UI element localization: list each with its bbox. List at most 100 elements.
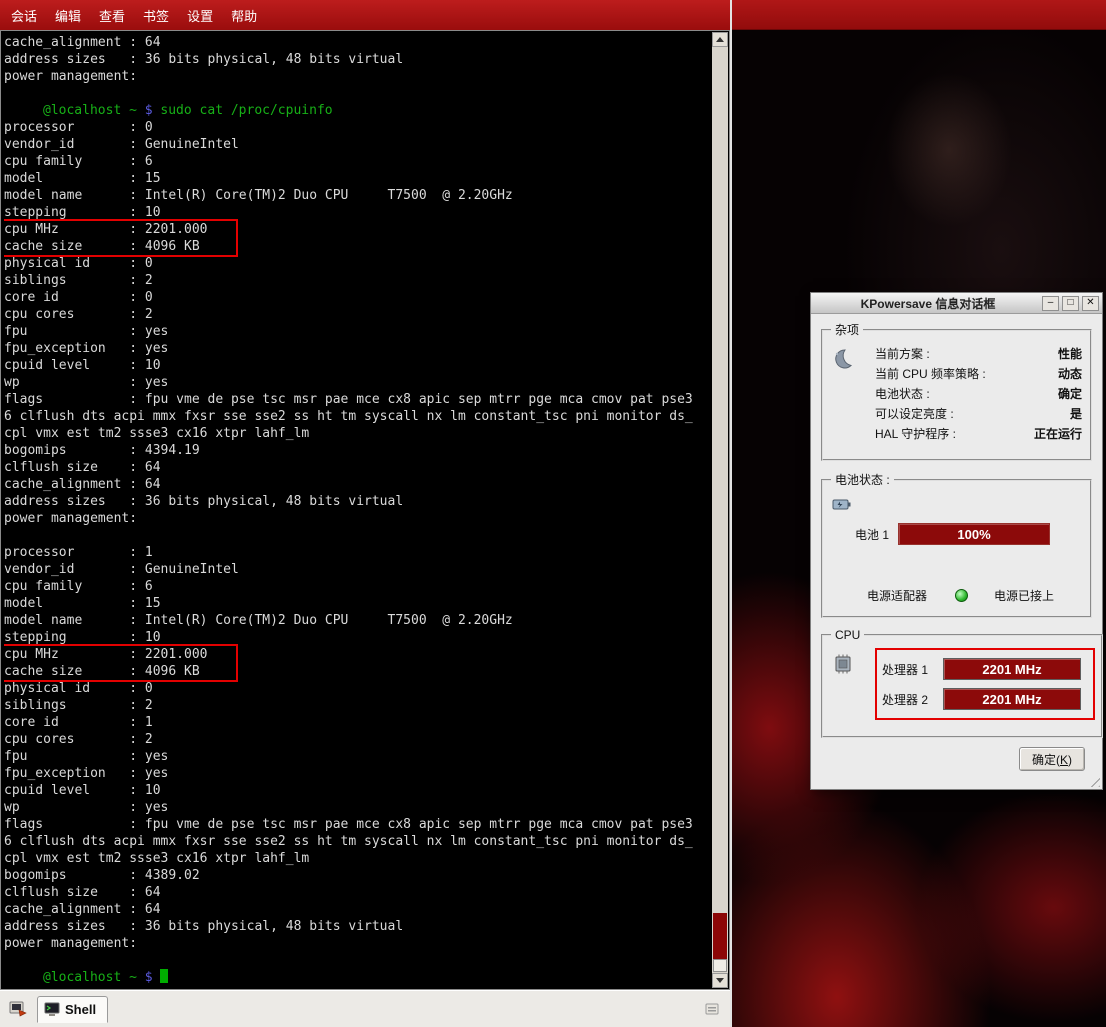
terminal-viewport[interactable]: cache_alignment : 64address sizes : 36 b… (0, 30, 730, 990)
misc-row-5: HAL 守护程序 : 正在运行 (875, 423, 1082, 443)
scrollbar-marker (713, 913, 727, 959)
tab-shell[interactable]: Shell (37, 996, 108, 1023)
terminal-line: cpu MHz : 2201.000 (4, 646, 236, 663)
cpu-row-2: 处理器 22201 MHz (882, 684, 1088, 714)
terminal-line: cache_alignment : 64 (4, 901, 711, 918)
terminal-line: fpu : yes (4, 748, 711, 765)
misc-value: 性能 (1058, 345, 1082, 362)
scroll-down-button[interactable] (712, 973, 728, 988)
tab-list-button[interactable] (700, 997, 724, 1021)
menu-item-3[interactable]: 查看 (90, 2, 134, 29)
redacted-username (4, 102, 43, 114)
cpu-icon (831, 644, 875, 718)
kpowersave-dialog: KPowersave 信息对话框 – □ ✕ 杂项 当前方案 :性能当前 CPU 频… (810, 292, 1103, 790)
misc-group-legend: 杂项 (831, 321, 863, 338)
terminal-line: cpu MHz : 2201.000 (4, 221, 236, 238)
terminal-scrollbar[interactable] (712, 32, 728, 988)
menu-item-4[interactable]: 书签 (134, 2, 178, 29)
new-session-icon (9, 1000, 27, 1018)
cpu-label: 处理器 2 (882, 691, 936, 708)
terminal-line: model : 15 (4, 595, 711, 612)
cpu-rows: 处理器 1 2201 MHz 处理器 22201 MHz (877, 650, 1093, 718)
terminal-line: flags : fpu vme de pse tsc msr pae mce c… (4, 391, 711, 408)
misc-value: 确定 (1058, 385, 1082, 402)
terminal-line: physical id : 0 (4, 255, 711, 272)
battery-percent: 100% (957, 527, 990, 542)
redacted-username (4, 969, 43, 981)
terminal-line: siblings : 2 (4, 272, 711, 289)
maximize-button[interactable]: □ (1062, 296, 1079, 311)
window-buttons: – □ ✕ (1039, 296, 1099, 311)
battery-group: 电池状态 : 电池 1 100% 电源适配器 电源已接上 (821, 471, 1092, 618)
terminal-line: bogomips : 4394.19 (4, 442, 711, 459)
tab-label: Shell (65, 1002, 96, 1017)
misc-group: 杂项 当前方案 :性能当前 CPU 频率策略 :动态电池状态 :确定可以设定亮度… (821, 321, 1092, 461)
close-button[interactable]: ✕ (1082, 296, 1099, 311)
cpu-label: 处理器 1 (882, 661, 936, 678)
cpu-row-1: 处理器 1 2201 MHz (882, 654, 1088, 684)
terminal-line: wp : yes (4, 799, 711, 816)
cpu-freq-bar: 2201 MHz (943, 658, 1081, 680)
terminal-line (4, 527, 711, 544)
terminal-line: flags : fpu vme de pse tsc msr pae mce c… (4, 816, 711, 833)
menu-item-6[interactable]: 帮助 (222, 2, 266, 29)
tab-list-icon (704, 1001, 720, 1017)
battery-progress-bar: 100% (898, 523, 1050, 545)
ac-adapter-label: 电源适配器 (867, 587, 955, 604)
terminal-line: 6 clflush dts acpi mmx fxsr sse sse2 ss … (4, 408, 711, 425)
menu-item-5[interactable]: 设置 (178, 2, 222, 29)
terminal-line: model : 15 (4, 170, 711, 187)
terminal-line: cpu cores : 2 (4, 306, 711, 323)
misc-value: 动态 (1058, 365, 1082, 382)
scrollbar-thumb[interactable] (713, 959, 727, 972)
new-session-button[interactable] (6, 997, 30, 1021)
terminal-line: cpu cores : 2 (4, 731, 711, 748)
terminal-icon (44, 1002, 60, 1017)
misc-value: 是 (1070, 405, 1082, 422)
sleep-icon (831, 340, 875, 443)
terminal-cursor (160, 969, 168, 983)
ac-status-text: 电源已接上 (994, 587, 1054, 604)
terminal-line: power management: (4, 68, 711, 85)
menu-item-1[interactable]: 会话 (2, 2, 46, 29)
scroll-up-button[interactable] (712, 32, 728, 47)
taskbar: Shell (0, 990, 730, 1027)
terminal-line: core id : 1 (4, 714, 711, 731)
terminal-prompt-line: @localhost ~ $ sudo cat /proc/cpuinfo (4, 102, 711, 119)
terminal-line: bogomips : 4389.02 (4, 867, 711, 884)
terminal-line: stepping : 10 (4, 204, 711, 221)
misc-value: 正在运行 (1034, 425, 1082, 442)
terminal-line: processor : 0 (4, 119, 711, 136)
misc-row-3: 电池状态 :确定 (875, 383, 1082, 403)
terminal-line: cpl vmx est tm2 ssse3 cx16 xtpr lahf_lm (4, 425, 711, 442)
arrow-down-icon (716, 978, 724, 983)
terminal-line: vendor_id : GenuineIntel (4, 561, 711, 578)
terminal-line (4, 952, 711, 969)
terminal-line: vendor_id : GenuineIntel (4, 136, 711, 153)
dialog-title: KPowersave 信息对话框 (817, 295, 1039, 312)
arrow-up-icon (716, 37, 724, 42)
minimize-icon: – (1048, 298, 1054, 308)
dialog-footer: 确定(K) (811, 738, 1102, 771)
menu-item-2[interactable]: 编辑 (46, 2, 90, 29)
terminal-line: wp : yes (4, 374, 711, 391)
terminal-line: cpl vmx est tm2 ssse3 cx16 xtpr lahf_lm (4, 850, 711, 867)
resize-grip[interactable] (1087, 774, 1100, 787)
terminal-line: processor : 1 (4, 544, 711, 561)
terminal-line: address sizes : 36 bits physical, 48 bit… (4, 493, 711, 510)
terminal-prompt-line: @localhost ~ $ (4, 969, 711, 986)
dialog-titlebar[interactable]: KPowersave 信息对话框 – □ ✕ (811, 293, 1102, 314)
minimize-button[interactable]: – (1042, 296, 1059, 311)
ok-button[interactable]: 确定(K) (1019, 747, 1085, 771)
typed-command: sudo cat /proc/cpuinfo (160, 103, 332, 118)
prompt-symbol: $ (145, 970, 161, 985)
terminal-line: cache_alignment : 64 (4, 34, 711, 51)
terminal-line: cache size : 4096 KB (4, 238, 236, 255)
maximize-icon: □ (1067, 298, 1073, 308)
misc-row-4: 可以设定亮度 :是 (875, 403, 1082, 423)
prompt-host: @localhost ~ (43, 103, 145, 118)
battery-label: 电池 1 (855, 526, 889, 543)
terminal-line: address sizes : 36 bits physical, 48 bit… (4, 918, 711, 935)
prompt-host: @localhost ~ (43, 970, 145, 985)
misc-label: HAL 守护程序 : (875, 425, 956, 442)
